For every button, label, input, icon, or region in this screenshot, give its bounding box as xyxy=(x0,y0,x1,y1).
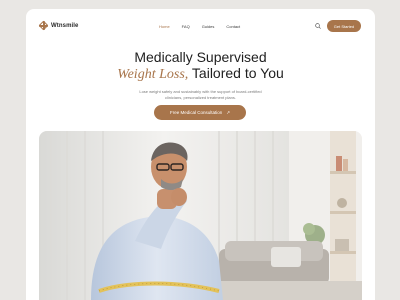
arrow-up-right-icon: ↗ xyxy=(226,109,231,115)
get-started-button[interactable]: Get Started xyxy=(327,20,361,32)
hero-title-emphasis: Weight Loss, xyxy=(117,67,189,82)
hero-subtitle-line2: clinicians, personalized treatment plans… xyxy=(165,95,236,100)
hero-subtitle: Lose weight safely and sustainably with … xyxy=(26,89,375,101)
hero-photo-illustration xyxy=(39,131,362,300)
hero-title-line1: Medically Supervised xyxy=(134,49,267,65)
hero-section: Medically Supervised Weight Loss, Tailor… xyxy=(26,49,375,101)
search-icon[interactable] xyxy=(315,23,321,29)
logo-icon xyxy=(38,20,49,31)
free-consultation-label: Free Medical Consultation xyxy=(169,110,223,115)
free-consultation-button[interactable]: Free Medical Consultation ↗ xyxy=(154,105,246,120)
hero-subtitle-line1: Lose weight safely and sustainably with … xyxy=(139,89,262,94)
nav-link-contact[interactable]: Contact xyxy=(226,24,240,29)
brand-name: Wtnsmile xyxy=(51,22,79,29)
hero-title: Medically Supervised Weight Loss, Tailor… xyxy=(26,49,375,83)
hero-title-rest: Tailored to You xyxy=(188,65,284,81)
brand-logo[interactable]: Wtnsmile xyxy=(38,20,79,31)
nav-link-faq[interactable]: FAQ xyxy=(182,24,190,29)
nav-link-guides[interactable]: Guides xyxy=(202,24,215,29)
main-menu: Home FAQ Guides Contact xyxy=(159,24,240,29)
hero-photo xyxy=(39,131,362,300)
top-navbar: Wtnsmile Home FAQ Guides Contact Get Sta… xyxy=(26,9,375,43)
nav-link-home[interactable]: Home xyxy=(159,24,170,29)
page-card: Wtnsmile Home FAQ Guides Contact Get Sta… xyxy=(26,9,375,300)
